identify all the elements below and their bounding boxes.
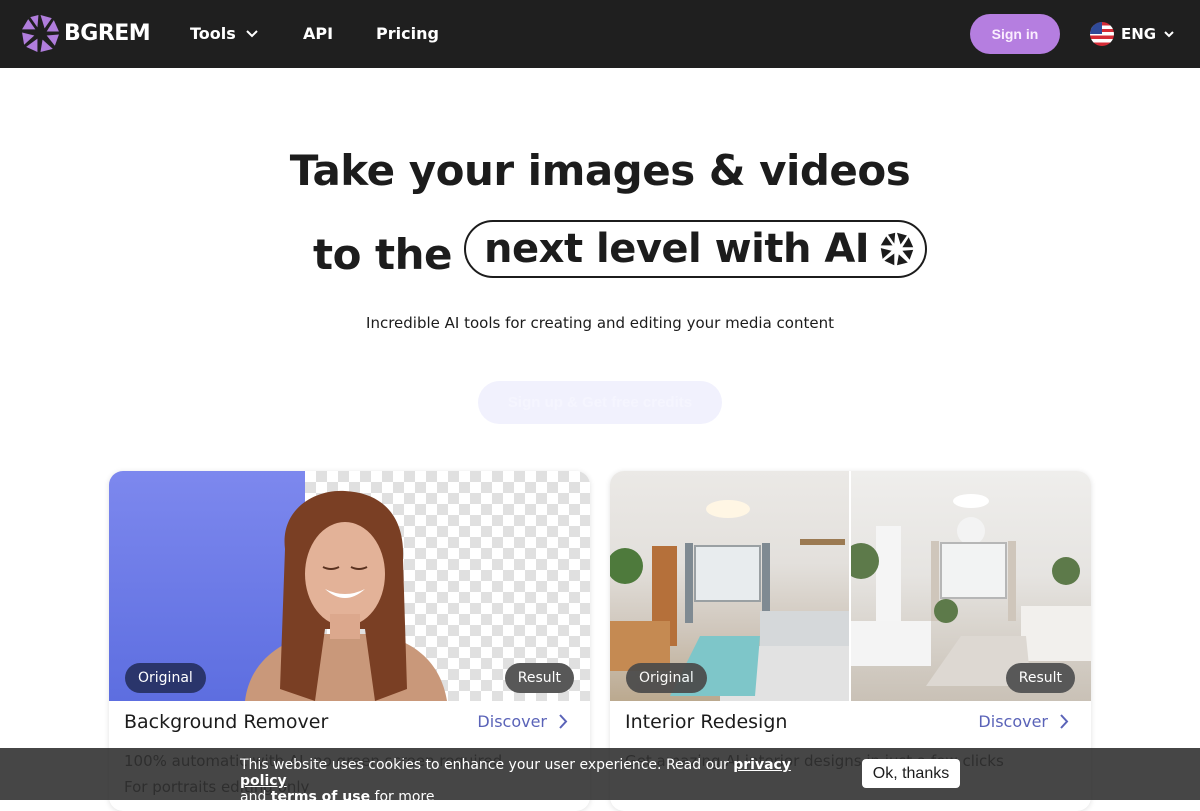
us-flag-icon [1090,22,1114,46]
nav-api-label: API [303,24,334,43]
nav-pricing[interactable]: Pricing [376,24,439,43]
discover-link[interactable]: Discover [477,712,568,731]
nav-tools-label: Tools [190,24,236,43]
cookie-accept-button[interactable]: Ok, thanks [862,759,960,788]
language-selector[interactable]: ENG [1090,22,1174,46]
chevron-right-icon [1060,714,1069,729]
hero-title-line2: to the next level with AI [313,218,928,279]
terms-of-use-link[interactable]: terms of use [271,789,370,805]
hero-subtitle: Incredible AI tools for creating and edi… [366,314,834,332]
card-title: Background Remover [124,711,329,733]
cookie-text-middle: and [240,789,271,805]
signup-cta-button[interactable]: Sign up & Get free credits [478,381,722,424]
language-label: ENG [1121,25,1157,43]
top-navbar: BGREM Tools API Pricing Sign in ENG [0,0,1200,68]
hero-highlight-pill: next level with AI [464,219,928,278]
discover-link[interactable]: Discover [978,712,1069,731]
hero-title-prefix: to the [313,230,453,279]
discover-label: Discover [978,712,1048,731]
before-after-image: Original Result [109,471,590,701]
nav-api[interactable]: API [303,24,333,43]
nav-pricing-label: Pricing [376,24,439,43]
original-badge: Original [626,663,707,693]
logo[interactable]: BGREM [20,13,151,54]
original-badge: Original [125,663,206,693]
chevron-right-icon [559,714,568,729]
result-badge: Result [504,663,574,693]
chevron-down-icon [246,29,258,37]
chevron-down-icon [1164,30,1174,37]
hero-highlight-text: next level with AI [484,225,870,272]
hero-title-line1: Take your images & videos [289,146,911,195]
sign-in-button[interactable]: Sign in [970,14,1060,54]
card-title: Interior Redesign [625,711,788,733]
cookie-message: This website uses cookies to enhance you… [240,757,840,805]
discover-label: Discover [477,712,547,731]
portrait-image [245,490,447,701]
cookie-banner: This website uses cookies to enhance you… [0,748,1200,805]
cookie-text-before: This website uses cookies to enhance you… [240,757,734,773]
aperture-icon [881,232,914,265]
before-after-image: Original Result [610,471,1091,701]
result-badge: Result [1005,663,1075,693]
logo-text: BGREM [64,21,151,46]
nav-tools[interactable]: Tools [190,24,258,43]
aperture-logo-icon [22,15,59,52]
cookie-text-after: for more [370,789,435,805]
